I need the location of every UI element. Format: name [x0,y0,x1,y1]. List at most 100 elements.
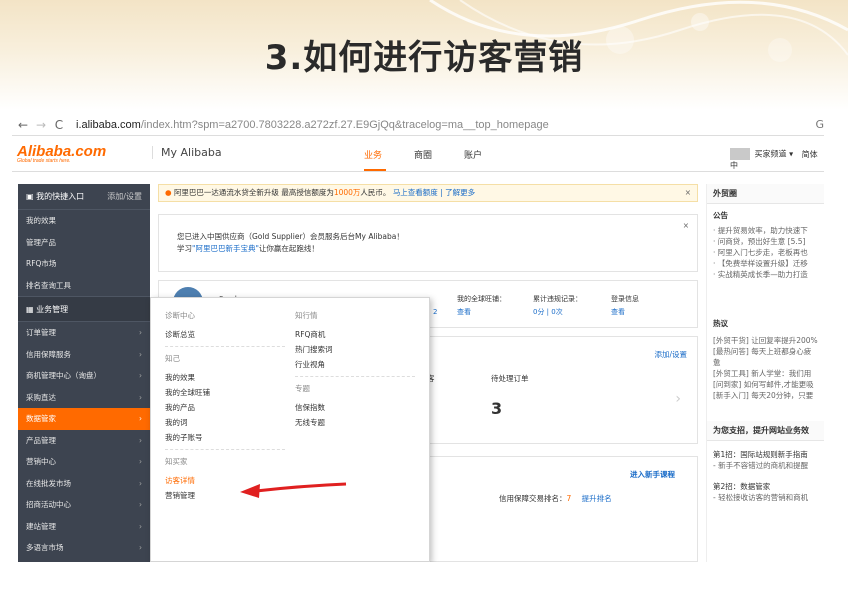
url-host: i.alibaba.com [76,118,141,131]
alibaba-logo[interactable]: Alibaba.com Global trade starts here. [17,143,106,164]
stat-link[interactable]: 查看 [457,306,506,319]
tip-1-sub: - 新手不容错过的商机和提醒 [713,461,809,470]
sidebar-item-products[interactable]: 管理产品 [18,232,150,254]
quick-entry-settings[interactable]: 添加/设置 [107,184,142,210]
chevron-right-icon[interactable]: › [675,391,681,407]
list-item[interactable]: · 【免费举样设置升级】迁移 [713,258,818,269]
improve-rank-link[interactable]: 提升排名 [582,494,612,503]
menu-item-diagnosis[interactable]: 诊断总览 [165,327,285,342]
reload-icon[interactable]: C [52,118,66,132]
notice-bar: ● 阿里巴巴一达通流水贷全新升级 最高授信额度为1000万人民币。 马上查看额度… [158,184,698,202]
pending-orders-label: 待处理订单 [491,374,529,383]
header-right: 买家频道 ▾ 简体中 [730,148,824,171]
sidebar-item-effect[interactable]: 我的效果 [18,210,150,232]
dropdown-heading: 专题 [295,384,310,393]
menu-item-global-shop[interactable]: 我的全球旺铺 [165,385,285,400]
sidebar-item-site[interactable]: 建站管理 › [18,516,150,538]
active-tab-indicator [364,169,386,171]
sidebar-item-rfq[interactable]: RFQ市场 [18,253,150,275]
welcome-line: 您已进入中国供应商（Gold Supplier）会员服务后台My Alibaba… [177,232,404,241]
list-item[interactable]: [问到家] 如何写邮件,才能更吸 [713,379,818,390]
menu-item-wireless[interactable]: 无线专题 [295,415,415,430]
dropdown-col-1: 诊断中心 诊断总览 知己 我的效果 我的全球旺铺 我的产品 我的词 我的子账号 … [165,308,285,503]
pending-orders-value[interactable]: 3 [491,399,502,418]
menu-item-products[interactable]: 我的产品 [165,400,285,415]
sidebar-item-product-mgmt[interactable]: 产品管理 › [18,430,150,452]
menu-item-hot-search[interactable]: 热门搜索词 [295,342,415,357]
menu-item-effect[interactable]: 我的效果 [165,370,285,385]
close-icon[interactable]: × [683,220,689,232]
quick-entry-header: ▣ 我的快捷入口 添加/设置 [18,184,150,210]
stat-link[interactable]: 查看 [611,306,639,319]
sidebar-item-multilang[interactable]: 多语言市场 › [18,537,150,559]
sidebar-item-label: 商机管理中心（询盘） [26,371,101,380]
data-manager-dropdown: 诊断中心 诊断总览 知己 我的效果 我的全球旺铺 我的产品 我的词 我的子账号 … [150,297,430,562]
quick-entry-title: 我的快捷入口 [36,192,85,201]
menu-item-marketing-mgmt[interactable]: 营销管理 [165,488,285,503]
forward-icon[interactable]: → [34,118,48,132]
menu-item-trust-index[interactable]: 信保指数 [295,400,415,415]
credit-label: 信用保障交易排名： [499,494,567,503]
close-icon[interactable]: × [685,185,691,201]
tab-business[interactable]: 业务 [364,148,382,161]
sidebar-item-events[interactable]: 招商活动中心 › [18,494,150,516]
dropdown-col-2: 知行情 RFQ商机 热门搜索词 行业视角 专题 信保指数 无线专题 [295,308,415,430]
notice-link[interactable]: 马上查看额度 | 了解更多 [393,188,475,197]
hot-head: 热议 [713,319,728,328]
stat-violation: 累计违规记录： 0分 | 0次 [533,293,582,319]
top-nav: 业务 商圈 账户 [364,148,514,161]
browser-toolbar: ← → C i.alibaba.com/index.htm?spm=a2700.… [12,114,824,136]
welcome-text: 学习 [177,244,192,253]
menu-item-keywords[interactable]: 我的词 [165,415,285,430]
stat-link[interactable]: 0分 | 0次 [533,306,582,319]
chevron-right-icon: › [139,349,142,359]
sidebar-item-label: 多语言市场 [26,543,64,552]
buyer-channel-link[interactable]: 买家频道 ▾ [755,150,794,159]
tab-circle[interactable]: 商圈 [414,148,432,161]
list-item[interactable]: [外贸干货] 让回复率提升200% [713,335,818,346]
menu-item-industry[interactable]: 行业视角 [295,357,415,372]
list-item[interactable]: [外贸工具] 新人学堂：我们用 [713,368,818,379]
credit-value: 7 [566,494,572,503]
menu-item-visitor-details[interactable]: 访客详情 [165,473,285,488]
menu-item-sub-accounts[interactable]: 我的子账号 [165,430,285,445]
address-bar[interactable]: i.alibaba.com/index.htm?spm=a2700.780322… [76,119,549,131]
business-header: ▦ 业务管理 [18,296,150,322]
dropdown-heading: 知买家 [165,457,188,466]
welcome-panel: × 您已进入中国供应商（Gold Supplier）会员服务后台My Aliba… [158,214,698,272]
tip-1[interactable]: 第1招：国际站规则新手指南 [713,449,818,460]
notice-list: 公告 · 提升贸易效率，助力快速下 · 问商贷，预出好生意 [5.5] · 阿里… [707,210,824,280]
sidebar-item-purchase[interactable]: 采购直达 › [18,387,150,409]
sidebar-item-ranking[interactable]: 排名查询工具 [18,275,150,297]
slide-title: 3.如何进行访客营销 [264,38,584,78]
list-item[interactable]: [最热问答] 每天上班都身心疲惫 [713,346,818,368]
list-item[interactable]: · 问商贷，预出好生意 [5.5] [713,236,818,247]
menu-item-rfq[interactable]: RFQ商机 [295,327,415,342]
sidebar-item-orders[interactable]: 订单管理 › [18,322,150,344]
sidebar-item-marketing[interactable]: 营销中心 › [18,451,150,473]
stat-global: 我的全球旺铺： 查看 [457,293,506,319]
sidebar-item-wholesale[interactable]: 在线批发市场 › [18,473,150,495]
tip-2[interactable]: 第2招：数据管家 [713,481,818,492]
back-icon[interactable]: ← [16,118,30,132]
guide-link[interactable]: "阿里巴巴新手宝典" [192,244,259,253]
avatar [730,148,750,160]
list-item[interactable]: · 提升贸易效率，助力快速下 [713,225,818,236]
tips-title: 为您支招，提升网站业务效 [707,421,824,441]
notice-text: 阿里巴巴一达通流水贷全新升级 最高授信额度为 [173,188,334,197]
add-settings-link[interactable]: 添加/设置 [654,349,687,360]
google-icon[interactable]: G [815,118,824,131]
right-panel: 外贸圈 公告 · 提升贸易效率，助力快速下 · 问商贷，预出好生意 [5.5] … [706,184,824,562]
welcome-line-2: 学习"阿里巴巴新手宝典"让你赢在起跑线！ [177,243,697,255]
sidebar-item-inquiry[interactable]: 商机管理中心（询盘） › [18,365,150,387]
list-item[interactable]: · 实战精英成长季—助力打造 [713,269,818,280]
list-item[interactable]: [新手入门] 每天20分钟，只要 [713,390,818,401]
sidebar-item-credit[interactable]: 信用保障服务 › [18,344,150,366]
divider [295,376,415,377]
divider [165,346,285,347]
notice-amount: 1000万 [333,188,361,197]
tab-account[interactable]: 账户 [464,148,482,161]
list-item[interactable]: · 阿里入门七步走，老板再也 [713,247,818,258]
sidebar-item-data-manager[interactable]: 数据管家 › [18,408,150,430]
newbie-course-link[interactable]: 进入新手课程 [630,469,675,480]
